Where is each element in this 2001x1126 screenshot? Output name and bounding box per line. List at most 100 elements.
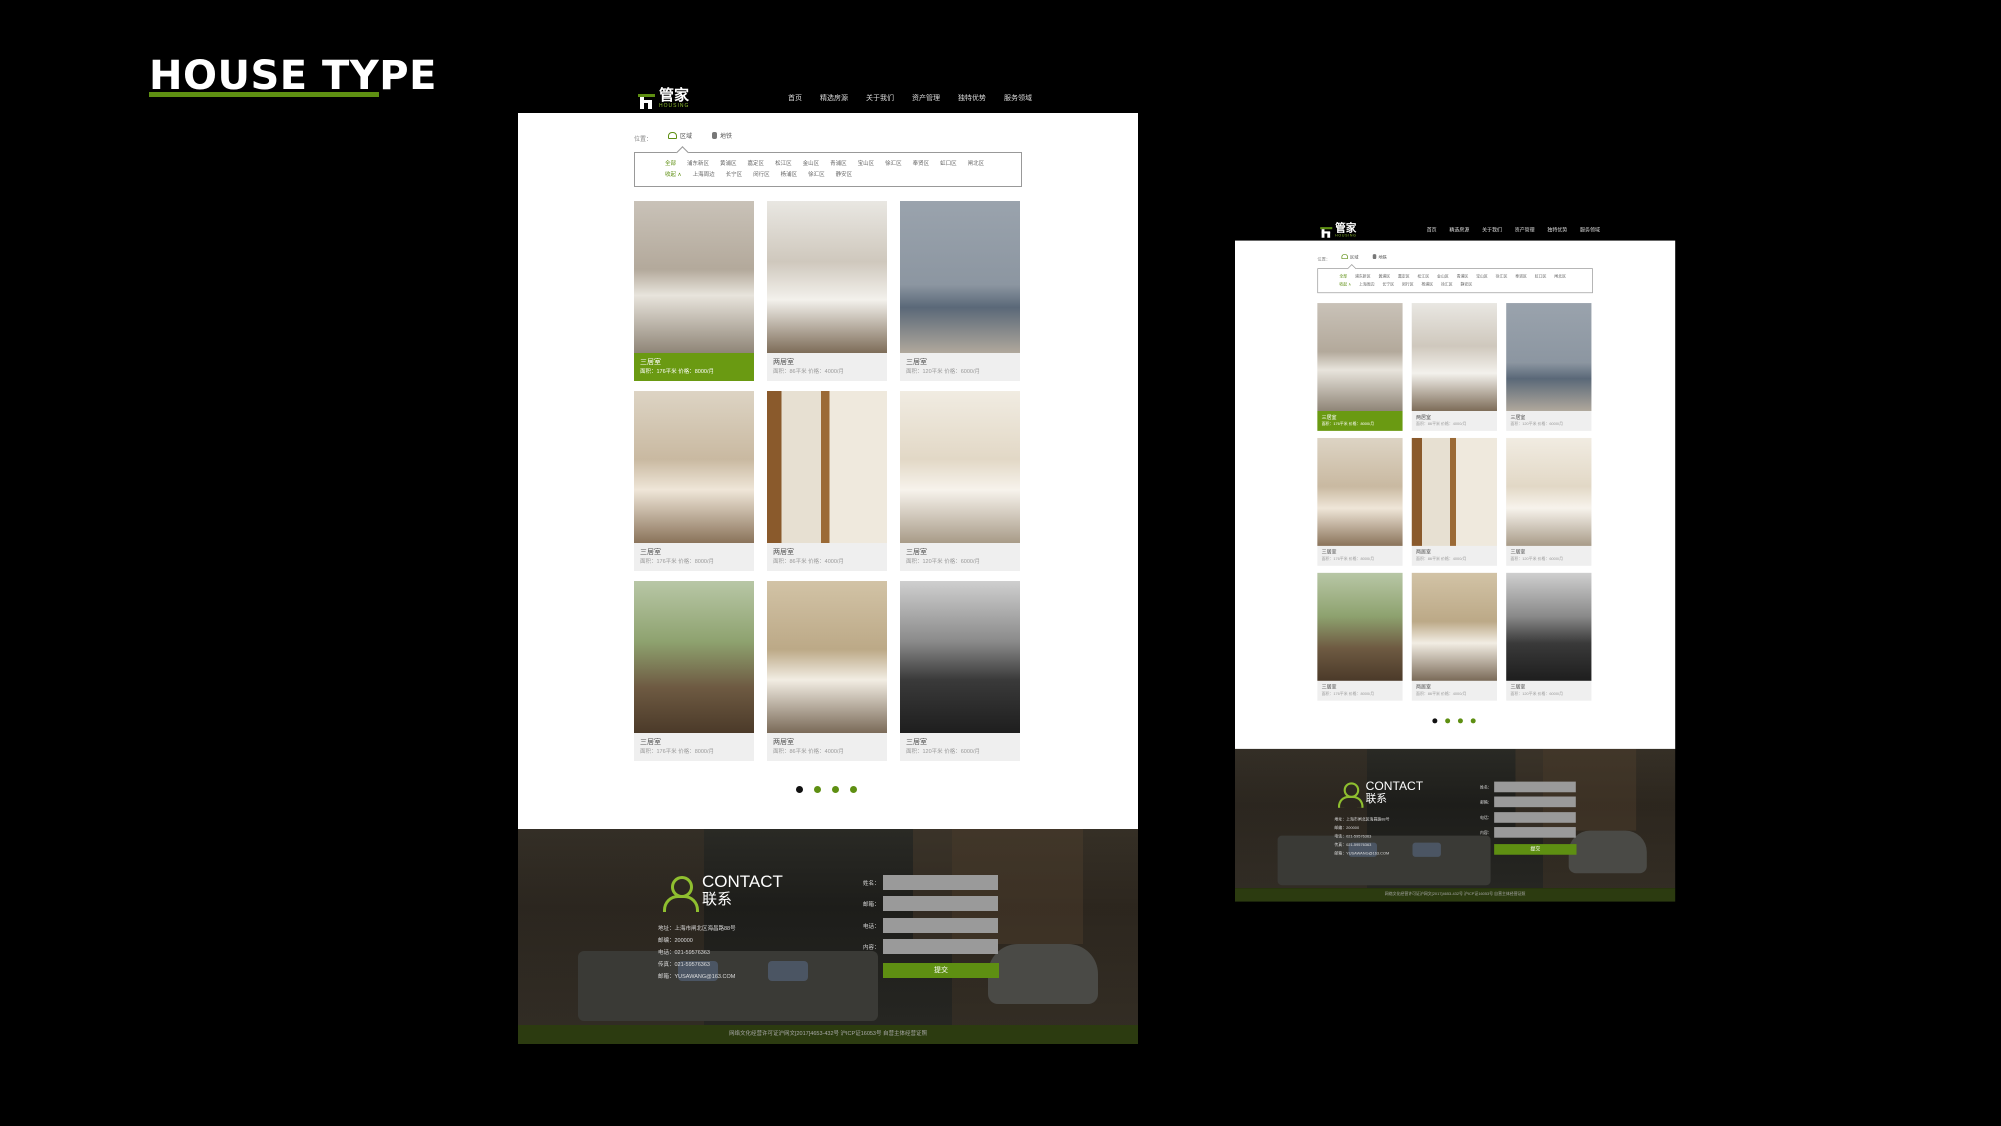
district-item[interactable]: 宝山区	[858, 159, 875, 170]
phone-field[interactable]	[883, 918, 998, 933]
contact-info: 地址：上海市闸北区海昌路88号 邮编：200000 电话：021-5957636…	[658, 923, 736, 983]
site-logo[interactable]: 管家 HOUSING	[638, 87, 689, 109]
district-item[interactable]: 黄浦区	[720, 159, 737, 170]
district-item[interactable]: 金山区	[803, 159, 820, 170]
listing-card[interactable]: 两居室 面积：86平米 价格：4000/月	[767, 201, 887, 381]
listing-detail: 面积：86平米 价格：4000/月	[1416, 692, 1467, 697]
message-field[interactable]	[1494, 827, 1576, 838]
district-item[interactable]: 全部	[1339, 273, 1347, 281]
district-item[interactable]: 长宁区	[726, 170, 743, 181]
district-item[interactable]: 浦东新区	[687, 159, 709, 170]
tab-metro[interactable]: 地铁	[712, 131, 732, 140]
pagination-dot[interactable]	[796, 786, 803, 793]
pagination-dot[interactable]	[814, 786, 821, 793]
listing-card[interactable]: 三居室 面积：176平米 价格：8000/月	[634, 391, 754, 571]
listing-card[interactable]: 两居室 面积：86平米 价格：4000/月	[767, 581, 887, 761]
pagination-dot[interactable]	[1470, 718, 1476, 724]
tab-metro[interactable]: 地铁	[1372, 253, 1387, 260]
listing-card[interactable]: 三居室 面积：176平米 价格：8000/月	[1317, 437, 1403, 566]
listing-card[interactable]: 两居室 面积：86平米 价格：4000/月	[1411, 437, 1497, 566]
district-item[interactable]: 嘉定区	[748, 159, 765, 170]
collapse-toggle[interactable]: 收起 ∧	[665, 170, 682, 181]
district-item[interactable]: 青浦区	[1457, 273, 1469, 281]
district-item[interactable]: 嘉定区	[1398, 273, 1410, 281]
district-item[interactable]: 黄浦区	[1378, 273, 1390, 281]
district-item[interactable]: 全部	[665, 159, 676, 170]
pagination-dot[interactable]	[1445, 718, 1451, 724]
nav-item-services[interactable]: 服务领域	[1580, 226, 1600, 241]
district-item[interactable]: 上海周边	[1359, 281, 1375, 289]
tab-area[interactable]: 区域	[668, 131, 692, 140]
contact-phone: 电话：021-59576363	[1334, 834, 1372, 840]
district-item[interactable]: 徐汇区	[808, 170, 825, 181]
email-field[interactable]	[883, 896, 998, 911]
listing-card[interactable]: 两居室 面积：86平米 价格：4000/月	[767, 391, 887, 571]
name-field[interactable]	[883, 875, 998, 890]
phone-field[interactable]	[1494, 812, 1576, 823]
district-item[interactable]: 徐汇区	[1441, 281, 1453, 289]
district-item[interactable]: 青浦区	[830, 159, 847, 170]
name-field[interactable]	[1494, 781, 1576, 793]
district-item[interactable]: 闸北区	[968, 159, 985, 170]
listing-detail: 面积：86平米 价格：4000/月	[773, 369, 844, 375]
nav-item-advantages[interactable]: 独特优势	[958, 92, 986, 113]
submit-button[interactable]: 提交	[1494, 844, 1577, 855]
nav-item-listings[interactable]: 精选房源	[818, 92, 850, 120]
nav-item-advantages[interactable]: 独特优势	[1547, 226, 1567, 241]
site-logo[interactable]: 管家 HOUSING	[1320, 222, 1356, 238]
listing-card[interactable]: 三居室 面积：120平米 价格：6000/月	[900, 391, 1020, 571]
district-item[interactable]: 奉贤区	[1515, 273, 1527, 281]
submit-button[interactable]: 提交	[883, 963, 999, 978]
tab-area[interactable]: 区域	[1341, 253, 1359, 260]
listing-detail: 面积：86平米 价格：4000/月	[1416, 422, 1467, 427]
district-item[interactable]: 静安区	[836, 170, 853, 181]
district-item[interactable]: 杨浦区	[1421, 281, 1433, 289]
message-field[interactable]	[883, 939, 998, 954]
pagination-dot[interactable]	[1432, 718, 1438, 724]
nav-item-home[interactable]: 首页	[788, 92, 802, 113]
listing-card[interactable]: 三居室 面积：120平米 价格：6000/月	[1506, 572, 1592, 701]
nav-item-asset-management[interactable]: 资产管理	[1515, 226, 1535, 241]
listing-card[interactable]: 三居室 面积：176平米 价格：8000/月	[634, 581, 754, 761]
pagination-dot[interactable]	[832, 786, 839, 793]
listing-card[interactable]: 两居室 面积：86平米 价格：4000/月	[1411, 572, 1497, 701]
contact-title-cn: 联系	[702, 891, 733, 908]
district-item[interactable]: 长宁区	[1382, 281, 1394, 289]
listing-card[interactable]: 三居室 面积：176平米 价格：8000/月	[634, 201, 754, 381]
nav-item-home[interactable]: 首页	[1427, 226, 1437, 241]
listing-card[interactable]: 两居室 面积：86平米 价格：4000/月	[1411, 303, 1497, 431]
listing-card[interactable]: 三居室 面积：176平米 价格：8000/月	[1317, 303, 1403, 431]
listing-card[interactable]: 三居室 面积：120平米 价格：6000/月	[1506, 437, 1592, 566]
nav-item-asset-management[interactable]: 资产管理	[912, 92, 940, 113]
listing-card[interactable]: 三居室 面积：120平米 价格：6000/月	[1506, 303, 1592, 431]
nav-item-listings[interactable]: 精选房源	[1448, 226, 1471, 246]
email-label: 邮箱：	[1479, 800, 1492, 805]
email-field[interactable]	[1494, 796, 1576, 808]
district-item[interactable]: 徐汇区	[1496, 273, 1508, 281]
listing-card[interactable]: 三居室 面积：120平米 价格：6000/月	[900, 581, 1020, 761]
district-item[interactable]: 杨浦区	[781, 170, 798, 181]
district-item[interactable]: 金山区	[1437, 273, 1449, 281]
district-item[interactable]: 闵行区	[753, 170, 770, 181]
district-item[interactable]: 静安区	[1461, 281, 1473, 289]
collapse-toggle[interactable]: 收起 ∧	[1339, 281, 1351, 289]
district-item[interactable]: 闸北区	[1554, 273, 1566, 281]
listing-card[interactable]: 三居室 面积：176平米 价格：8000/月	[1317, 572, 1403, 701]
district-item[interactable]: 虹口区	[1535, 273, 1547, 281]
district-item[interactable]: 奉贤区	[913, 159, 930, 170]
district-item[interactable]: 徐汇区	[885, 159, 902, 170]
district-item[interactable]: 松江区	[1418, 273, 1430, 281]
district-item[interactable]: 上海周边	[693, 170, 715, 181]
listing-card[interactable]: 三居室 面积：120平米 价格：6000/月	[900, 201, 1020, 381]
pagination-dot[interactable]	[850, 786, 857, 793]
district-item[interactable]: 闵行区	[1402, 281, 1414, 289]
district-item[interactable]: 松江区	[775, 159, 792, 170]
pagination-dot[interactable]	[1457, 718, 1463, 724]
district-item[interactable]: 虹口区	[940, 159, 957, 170]
contact-person-icon	[1337, 781, 1365, 808]
nav-item-services[interactable]: 服务领域	[1004, 92, 1032, 113]
nav-item-about[interactable]: 关于我们	[1482, 226, 1502, 241]
district-item[interactable]: 宝山区	[1476, 273, 1488, 281]
nav-item-about[interactable]: 关于我们	[866, 92, 894, 113]
district-item[interactable]: 浦东新区	[1355, 273, 1371, 281]
